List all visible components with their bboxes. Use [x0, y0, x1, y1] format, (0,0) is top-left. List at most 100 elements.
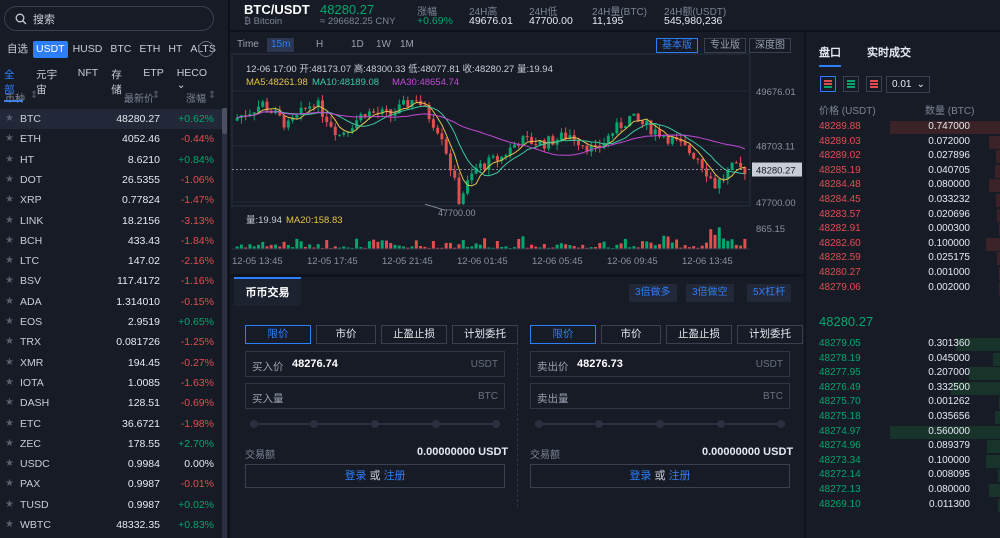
login-link[interactable]: 登录	[629, 470, 651, 482]
ask-row[interactable]: 48284.48 0.080000	[806, 178, 1000, 193]
ask-row[interactable]: 48283.57 0.020696	[806, 208, 1000, 222]
tab-trades[interactable]: 实时成交	[867, 44, 911, 60]
slider-dot[interactable]	[371, 420, 379, 428]
star-icon[interactable]: ★	[5, 170, 14, 190]
leverage-button[interactable]: 3倍做多	[629, 284, 677, 302]
market-row[interactable]: ★ EOS 2.9519 +0.65%	[0, 312, 222, 332]
scrollbar-thumb[interactable]	[222, 108, 227, 134]
slider-dot[interactable]	[717, 420, 725, 428]
ask-row[interactable]: 48280.27 0.001000	[806, 266, 1000, 280]
slider-dot[interactable]	[492, 420, 500, 428]
star-icon[interactable]: ★	[5, 495, 14, 515]
star-icon[interactable]: ★	[5, 292, 14, 312]
ask-row[interactable]: 48282.91 0.000300	[806, 222, 1000, 237]
bid-row[interactable]: 48269.10 0.011300	[806, 498, 1000, 512]
slider-dot[interactable]	[250, 420, 258, 428]
bid-row[interactable]: 48275.18 0.035656	[806, 410, 1000, 424]
ask-row[interactable]: 48289.88 0.747000	[806, 120, 1000, 134]
slider-dot[interactable]	[656, 420, 664, 428]
sell-order-type-tab[interactable]: 限价	[530, 325, 596, 344]
ask-row[interactable]: 48279.06 0.002000	[806, 281, 1000, 295]
buy-order-type-tab[interactable]: 市价	[316, 325, 376, 344]
market-row[interactable]: ★ WBTC 48332.35 +0.83%	[0, 515, 222, 535]
tab-order-book[interactable]: 盘口	[819, 44, 841, 67]
star-icon[interactable]: ★	[5, 434, 14, 454]
market-row[interactable]: ★ BCH 433.43 -1.84%	[0, 231, 222, 251]
market-row[interactable]: ★ ADA 1.314010 -0.15%	[0, 292, 222, 312]
bid-row[interactable]: 48272.14 0.008095	[806, 468, 1000, 483]
sell-price-value[interactable]: 48276.73	[577, 358, 623, 370]
search-input[interactable]: 搜索	[4, 6, 214, 31]
slider-dot[interactable]	[595, 420, 603, 428]
star-icon[interactable]: ★	[5, 211, 14, 231]
leverage-button[interactable]: 5X杠杆	[747, 284, 792, 302]
star-icon[interactable]: ★	[5, 474, 14, 494]
register-link[interactable]: 注册	[384, 470, 406, 482]
market-row[interactable]: ★ BSV 117.4172 -1.16%	[0, 271, 222, 291]
col-price[interactable]: 最新价	[124, 90, 154, 105]
star-icon[interactable]: ★	[5, 150, 14, 170]
slider-dot[interactable]	[777, 420, 785, 428]
bid-row[interactable]: 48276.49 0.332500	[806, 381, 1000, 395]
login-link[interactable]: 登录	[344, 470, 366, 482]
quote-tab-eth[interactable]: ETH	[136, 41, 163, 58]
star-icon[interactable]: ★	[5, 332, 14, 352]
market-row[interactable]: ★ XMR 194.45 -0.27%	[0, 353, 222, 373]
bid-row[interactable]: 48278.19 0.045000	[806, 352, 1000, 366]
slider-dot[interactable]	[310, 420, 318, 428]
book-bids-icon[interactable]	[843, 76, 859, 92]
slider-dot[interactable]	[535, 420, 543, 428]
market-row[interactable]: ★ DOT 26.5355 -1.06%	[0, 170, 222, 190]
star-icon[interactable]: ★	[5, 515, 14, 535]
quote-tab-husd[interactable]: HUSD	[70, 41, 106, 58]
star-icon[interactable]: ★	[5, 129, 14, 149]
star-icon[interactable]: ★	[5, 353, 14, 373]
trade-title[interactable]: 币币交易	[234, 277, 301, 306]
ask-row[interactable]: 48289.03 0.072000	[806, 135, 1000, 149]
sort-icon[interactable]: ⇕	[152, 90, 160, 101]
market-row[interactable]: ★ BTC 48280.27 +0.62%	[0, 109, 222, 129]
bid-row[interactable]: 48273.34 0.100000	[806, 454, 1000, 468]
ask-row[interactable]: 48289.02 0.027896	[806, 149, 1000, 164]
star-icon[interactable]: ★	[5, 454, 14, 474]
ask-row[interactable]: 48285.19 0.040705	[806, 164, 1000, 178]
quote-tab-usdt[interactable]: USDT	[33, 41, 68, 58]
sort-icon[interactable]: ⇕	[30, 90, 38, 101]
market-row[interactable]: ★ IOTA 1.0085 -1.63%	[0, 373, 222, 393]
bid-row[interactable]: 48277.95 0.207000	[806, 366, 1000, 381]
market-row[interactable]: ★ HT 8.6210 +0.84%	[0, 150, 222, 170]
buy-price-field[interactable]: 买入价 48276.74 USDT	[245, 351, 505, 377]
leverage-button[interactable]: 3倍做空	[686, 284, 734, 302]
bid-row[interactable]: 48279.05 0.301360	[806, 337, 1000, 351]
star-icon[interactable]: ★	[5, 109, 14, 129]
quote-tab-自选[interactable]: 自选	[4, 41, 31, 58]
sell-amount-field[interactable]: 卖出量 BTC	[530, 383, 790, 409]
star-icon[interactable]: ★	[5, 393, 14, 413]
market-row[interactable]: ★ ZEC 178.55 +2.70%	[0, 434, 222, 454]
bid-row[interactable]: 48274.97 0.560000	[806, 425, 1000, 439]
quote-tab-ht[interactable]: HT	[165, 41, 185, 58]
market-row[interactable]: ★ XRP 0.77824 -1.47%	[0, 190, 222, 210]
ask-row[interactable]: 48282.59 0.025175	[806, 251, 1000, 266]
market-row[interactable]: ★ LTC 147.02 -2.16%	[0, 251, 222, 271]
market-row[interactable]: ★ USDC 0.9984 0.00%	[0, 454, 222, 474]
market-row[interactable]: ★ TUSD 0.9987 +0.02%	[0, 495, 222, 515]
market-row[interactable]: ★ DASH 128.51 -0.69%	[0, 393, 222, 413]
buy-price-value[interactable]: 48276.74	[292, 358, 338, 370]
book-asks-icon[interactable]	[866, 76, 882, 92]
scrollbar[interactable]	[222, 108, 227, 538]
market-row[interactable]: ★ TRX 0.081726 -1.25%	[0, 332, 222, 352]
market-row[interactable]: ★ LINK 18.2156 -3.13%	[0, 211, 222, 231]
buy-amount-slider[interactable]	[250, 419, 500, 429]
buy-order-type-tab[interactable]: 止盈止损	[381, 325, 447, 344]
market-row[interactable]: ★ ETH 4052.46 -0.44%	[0, 129, 222, 149]
star-icon[interactable]: ★	[5, 373, 14, 393]
market-row[interactable]: ★ ETC 36.6721 -1.98%	[0, 414, 222, 434]
book-both-icon[interactable]	[820, 76, 836, 92]
sell-amount-slider[interactable]	[535, 419, 785, 429]
buy-amount-field[interactable]: 买入量 BTC	[245, 383, 505, 409]
star-icon[interactable]: ★	[5, 414, 14, 434]
buy-order-type-tab[interactable]: 计划委托	[452, 325, 518, 344]
col-symbol[interactable]: 币种	[5, 90, 25, 105]
sell-order-type-tab[interactable]: 市价	[601, 325, 661, 344]
